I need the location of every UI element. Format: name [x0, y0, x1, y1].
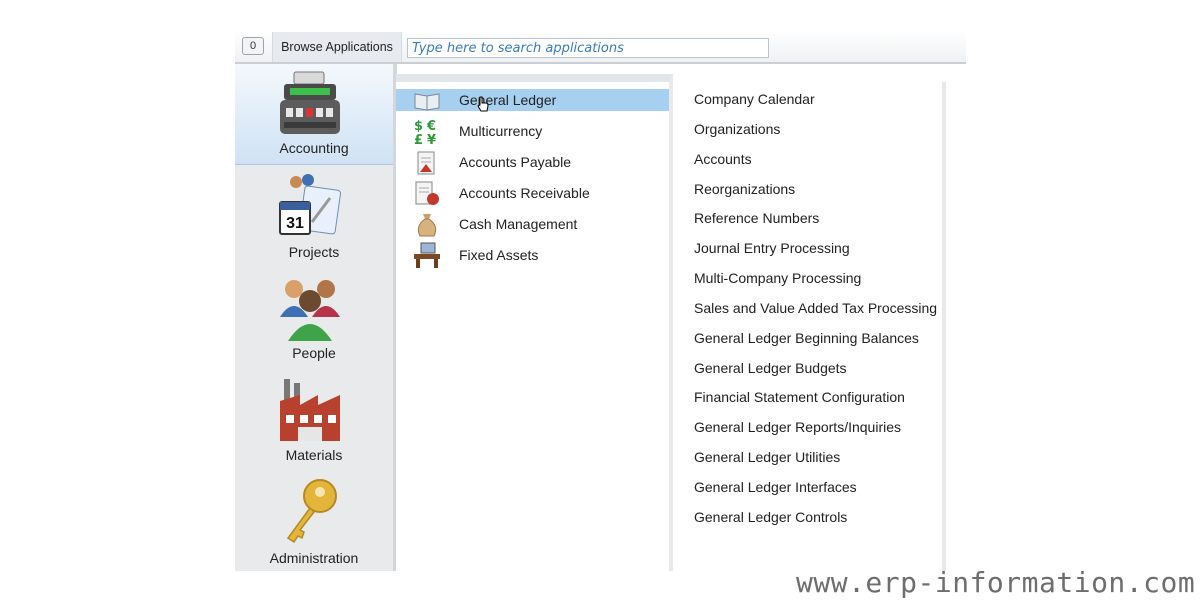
window-count-button[interactable]: 0 — [242, 37, 264, 55]
desk-icon — [414, 242, 440, 268]
ledger-book-icon — [414, 93, 440, 111]
category-label: Administration — [269, 550, 359, 566]
function-item[interactable]: General Ledger Interfaces — [694, 479, 857, 495]
svg-text:31: 31 — [286, 215, 304, 232]
application-list: General Ledger $ € £ ¥ Multicurrency Acc… — [396, 74, 673, 571]
function-item[interactable]: General Ledger Beginning Balances — [694, 330, 919, 346]
svg-text:$: $ — [414, 119, 423, 134]
category-materials[interactable]: Materials — [235, 369, 393, 469]
invoice-icon — [417, 151, 435, 175]
currency-icon: $ € £ ¥ — [414, 119, 436, 145]
function-item[interactable]: General Ledger Reports/Inquiries — [694, 419, 901, 435]
app-item-accounts-receivable[interactable]: Accounts Receivable — [396, 181, 669, 205]
function-item[interactable]: General Ledger Budgets — [694, 360, 847, 376]
watermark: www.erp-information.com — [796, 566, 1196, 599]
category-label: Accounting — [279, 140, 349, 156]
category-label: Projects — [288, 244, 340, 260]
function-list: Company Calendar Organizations Accounts … — [677, 82, 946, 571]
function-item[interactable]: Accounts — [694, 151, 752, 167]
function-item[interactable]: Organizations — [694, 121, 780, 137]
svg-text:€: € — [426, 119, 436, 134]
factory-icon — [280, 379, 340, 441]
function-item[interactable]: Reference Numbers — [694, 210, 819, 226]
svg-text:¥: ¥ — [427, 133, 436, 145]
function-item[interactable]: Journal Entry Processing — [694, 240, 850, 256]
money-bag-icon — [417, 214, 437, 237]
key-icon — [286, 479, 337, 544]
receivable-icon — [415, 181, 439, 205]
function-item[interactable]: Sales and Value Added Tax Processing — [694, 300, 937, 316]
cash-register-icon — [280, 71, 340, 134]
top-toolbar: 0 Browse Applications — [235, 30, 966, 64]
category-projects[interactable]: 31 Projects — [235, 166, 393, 266]
app-item-general-ledger[interactable]: General Ledger — [396, 89, 669, 111]
app-item-multicurrency[interactable]: $ € £ ¥ Multicurrency — [396, 119, 669, 145]
app-label: Cash Management — [459, 216, 578, 232]
function-item[interactable]: General Ledger Controls — [694, 509, 847, 525]
function-item[interactable]: Financial Statement Configuration — [694, 389, 905, 405]
app-label: Accounts Payable — [459, 154, 572, 170]
hand-cursor-icon — [477, 96, 489, 112]
browse-applications-tab[interactable]: Browse Applications — [272, 32, 402, 64]
app-label: Fixed Assets — [459, 247, 539, 263]
function-item[interactable]: Multi-Company Processing — [694, 270, 861, 286]
app-label: Multicurrency — [459, 123, 543, 139]
search-input[interactable] — [407, 38, 769, 58]
app-item-fixed-assets[interactable]: Fixed Assets — [396, 242, 669, 268]
category-accounting[interactable]: Accounting — [235, 64, 393, 165]
function-item[interactable]: General Ledger Utilities — [694, 449, 840, 465]
app-item-accounts-payable[interactable]: Accounts Payable — [396, 151, 669, 175]
app-item-cash-management[interactable]: Cash Management — [396, 213, 669, 237]
function-item[interactable]: Company Calendar — [694, 91, 815, 107]
calendar-icon: 31 — [279, 174, 341, 235]
svg-text:£: £ — [414, 133, 423, 145]
app-label: General Ledger — [459, 92, 557, 108]
app-label: Accounts Receivable — [459, 185, 590, 201]
category-administration[interactable]: Administration — [235, 470, 393, 570]
category-people[interactable]: People — [235, 267, 393, 367]
category-label: Materials — [285, 447, 343, 463]
category-label: People — [292, 345, 336, 361]
function-item[interactable]: Reorganizations — [694, 181, 795, 197]
category-sidebar: Accounting 31 Projects People Materials … — [235, 64, 397, 571]
people-icon — [280, 280, 340, 341]
